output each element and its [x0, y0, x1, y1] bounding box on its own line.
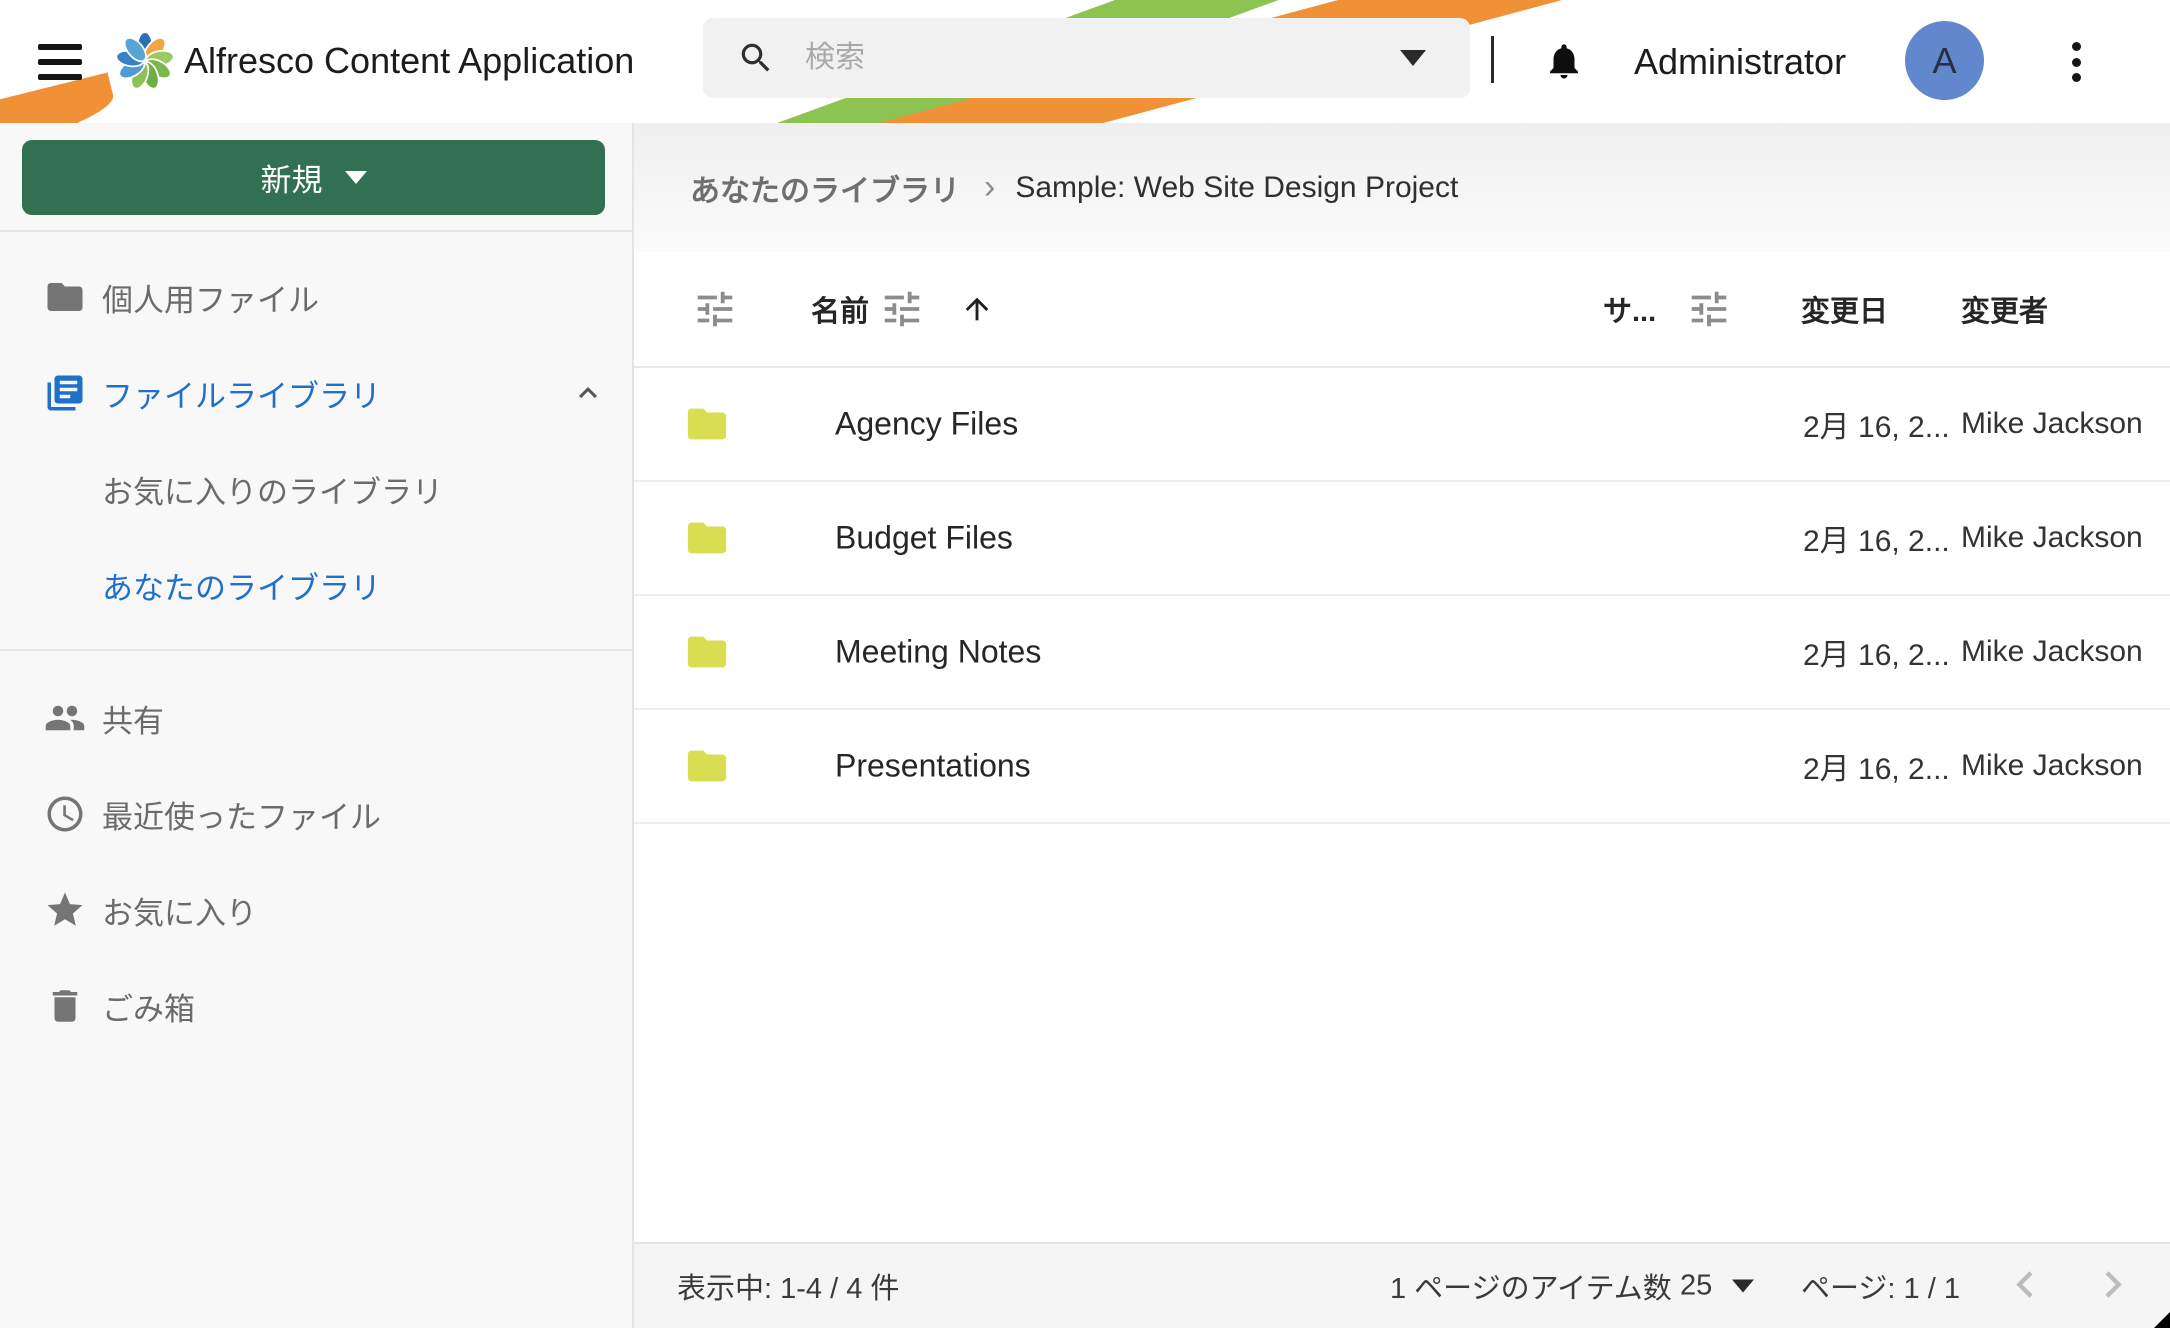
showing-range-label: 表示中: 1-4 / 4 件 [677, 1265, 899, 1307]
star-icon [44, 889, 86, 931]
sidebar: 新規 個人用ファイル ファイルライブラリ お気に入りのライブラリ あなたのライブ… [0, 123, 634, 1328]
sidebar-item-trash[interactable]: ごみ箱 [0, 958, 632, 1054]
alfresco-logo-icon [116, 31, 174, 89]
bell-icon [1543, 40, 1585, 82]
sidebar-item-label: ごみ箱 [102, 984, 195, 1029]
table-body: Agency Files 2月 16, 2... Mike Jackson Bu… [634, 368, 2170, 824]
folder-icon [684, 515, 730, 561]
next-page-button[interactable] [2092, 1265, 2132, 1308]
row-modified-by: Mike Jackson [1961, 635, 2143, 669]
row-name: Budget Files [835, 520, 1013, 557]
row-name: Meeting Notes [835, 634, 1041, 671]
column-header-modified[interactable]: 変更日 [1801, 288, 1888, 330]
avatar[interactable]: A [1905, 21, 1984, 100]
items-per-page-label: 1 ページのアイテム数 [1390, 1265, 1672, 1307]
breadcrumb-parent[interactable]: あなたのライブラリ [690, 166, 960, 210]
trash-icon [44, 985, 86, 1027]
filter-tune-icon[interactable] [1686, 286, 1732, 332]
search-input[interactable] [805, 41, 1400, 75]
more-options-button[interactable] [2066, 42, 2086, 82]
sidebar-item-label: 最近使ったファイル [102, 792, 381, 837]
sidebar-item-label: 個人用ファイル [102, 275, 319, 320]
hamburger-menu-button[interactable] [38, 44, 82, 80]
previous-page-button[interactable] [2006, 1265, 2046, 1308]
resize-corner [2154, 1312, 2170, 1328]
folder-icon [684, 401, 730, 447]
document-list: あなたのライブラリ › Sample: Web Site Design Proj… [634, 123, 2170, 1328]
sidebar-item-label: お気に入り [102, 888, 257, 933]
column-header-size[interactable]: サ... [1603, 288, 1656, 330]
table-row[interactable]: Agency Files 2月 16, 2... Mike Jackson [634, 368, 2170, 482]
table-row[interactable]: Presentations 2月 16, 2... Mike Jackson [634, 710, 2170, 824]
row-modified: 2月 16, 2... [1803, 516, 1950, 560]
new-button[interactable]: 新規 [22, 140, 605, 215]
table-row[interactable]: Meeting Notes 2月 16, 2... Mike Jackson [634, 596, 2170, 710]
row-modified: 2月 16, 2... [1803, 402, 1950, 446]
items-per-page-caret-icon[interactable] [1732, 1280, 1754, 1293]
sidebar-divider [0, 649, 632, 651]
row-modified-by: Mike Jackson [1961, 407, 2143, 441]
row-modified-by: Mike Jackson [1961, 521, 2143, 555]
topbar: Alfresco Content Application Administrat… [0, 0, 2170, 123]
row-name: Agency Files [835, 406, 1018, 443]
items-per-page-value[interactable]: 25 [1680, 1270, 1712, 1303]
sidebar-item-label: 共有 [102, 696, 164, 741]
table-header: 名前 サ... 変更日 変更者 [634, 252, 2170, 368]
folder-icon [684, 743, 730, 789]
sidebar-item-recent-files[interactable]: 最近使ったファイル [0, 766, 632, 862]
sidebar-item-favorites[interactable]: お気に入り [0, 862, 632, 958]
sidebar-divider [0, 230, 632, 232]
chevron-right-icon [2092, 1265, 2132, 1305]
sidebar-item-file-libraries[interactable]: ファイルライブラリ [0, 345, 632, 441]
folder-icon [684, 629, 730, 675]
filter-tune-icon[interactable] [879, 286, 925, 332]
clock-icon [44, 793, 86, 835]
column-header-modified-by[interactable]: 変更者 [1961, 288, 2048, 330]
sidebar-item-label: お気に入りのライブラリ [102, 467, 443, 512]
row-modified: 2月 16, 2... [1803, 744, 1950, 788]
filter-tune-icon[interactable] [692, 286, 738, 332]
folder-icon [44, 276, 86, 318]
new-button-label: 新規 [261, 155, 323, 200]
sidebar-item-label: あなたのライブラリ [102, 563, 381, 608]
sidebar-item-shared[interactable]: 共有 [0, 670, 632, 766]
chevron-down-icon [345, 171, 367, 184]
topbar-divider [1491, 36, 1494, 83]
breadcrumb-current: Sample: Web Site Design Project [1015, 171, 1458, 205]
pagination-bar: 表示中: 1-4 / 4 件 1 ページのアイテム数 25 ページ: 1 / 1 [634, 1242, 2170, 1328]
row-name: Presentations [835, 748, 1031, 785]
people-icon [44, 697, 86, 739]
column-header-name[interactable]: 名前 [811, 288, 869, 330]
library-icon [44, 372, 86, 414]
sidebar-item-my-libraries[interactable]: あなたのライブラリ [0, 537, 632, 633]
search-scope-caret-icon[interactable] [1400, 50, 1426, 66]
table-row[interactable]: Budget Files 2月 16, 2... Mike Jackson [634, 482, 2170, 596]
breadcrumb-separator-icon: › [984, 168, 995, 207]
sidebar-item-favorite-libraries[interactable]: お気に入りのライブラリ [0, 441, 632, 537]
search-bar[interactable] [703, 18, 1470, 98]
search-icon [737, 39, 775, 77]
chevron-left-icon [2006, 1265, 2046, 1305]
sidebar-item-label: ファイルライブラリ [102, 371, 381, 416]
user-name: Administrator [1634, 41, 1846, 83]
sort-ascending-icon[interactable] [960, 292, 994, 326]
chevron-up-icon[interactable] [570, 375, 606, 411]
app-title: Alfresco Content Application [184, 40, 634, 82]
page-indicator: ページ: 1 / 1 [1801, 1265, 1960, 1307]
notifications-button[interactable] [1543, 40, 1585, 85]
breadcrumb: あなたのライブラリ › Sample: Web Site Design Proj… [634, 123, 2170, 252]
alfresco-content-application: Alfresco Content Application Administrat… [0, 0, 2170, 1328]
sidebar-item-personal-files[interactable]: 個人用ファイル [0, 249, 632, 345]
row-modified-by: Mike Jackson [1961, 749, 2143, 783]
row-modified: 2月 16, 2... [1803, 630, 1950, 674]
decorative-orange-swoosh [0, 72, 119, 123]
